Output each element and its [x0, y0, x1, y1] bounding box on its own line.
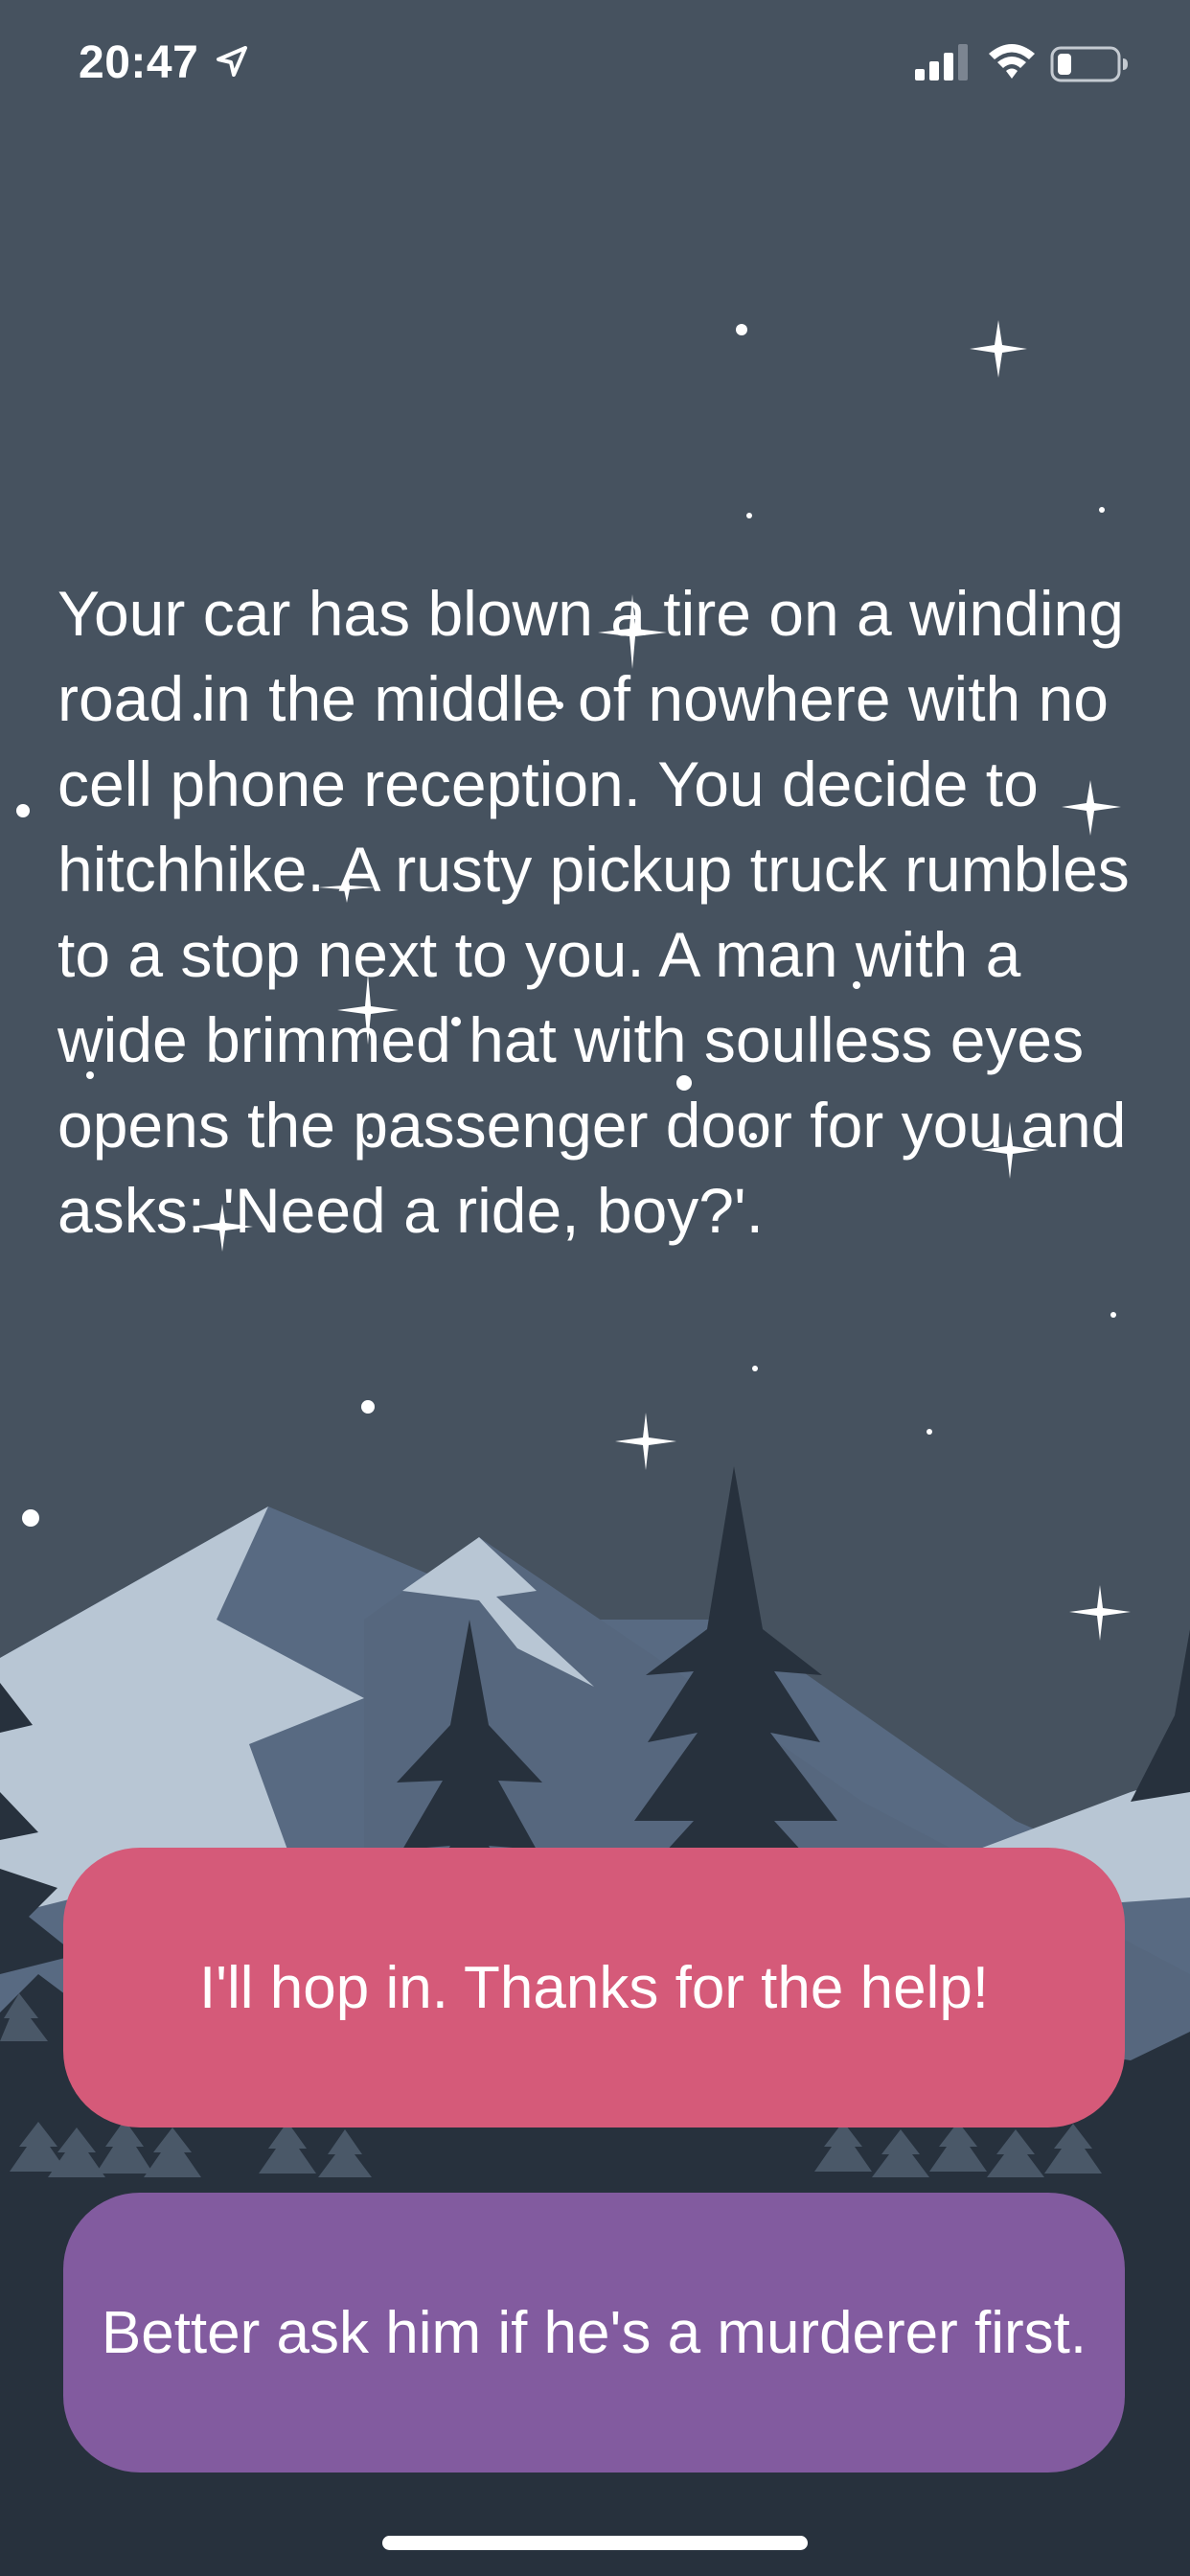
wifi-icon: [989, 44, 1035, 79]
choice-label: Better ask him if he's a murderer first.: [101, 2299, 1087, 2366]
home-indicator[interactable]: [382, 2536, 808, 2550]
story-screen: 20:47 Your car has blown a tire on a win…: [0, 0, 1190, 2576]
story-text: Your car has blown a tire on a winding r…: [57, 578, 1130, 1246]
choice-button-ask-murderer[interactable]: Better ask him if he's a murderer first.: [63, 2193, 1125, 2472]
battery-icon: [1050, 46, 1128, 82]
choice-button-hop-in[interactable]: I'll hop in. Thanks for the help!: [63, 1848, 1125, 2128]
cellular-signal-icon: [915, 44, 968, 80]
status-time: 20:47: [79, 37, 199, 88]
pine-tree: [1131, 1629, 1190, 1802]
sparkle-star: [970, 320, 1027, 378]
location-arrow-icon: [217, 46, 247, 77]
choice-label: I'll hop in. Thanks for the help!: [198, 1954, 990, 2021]
